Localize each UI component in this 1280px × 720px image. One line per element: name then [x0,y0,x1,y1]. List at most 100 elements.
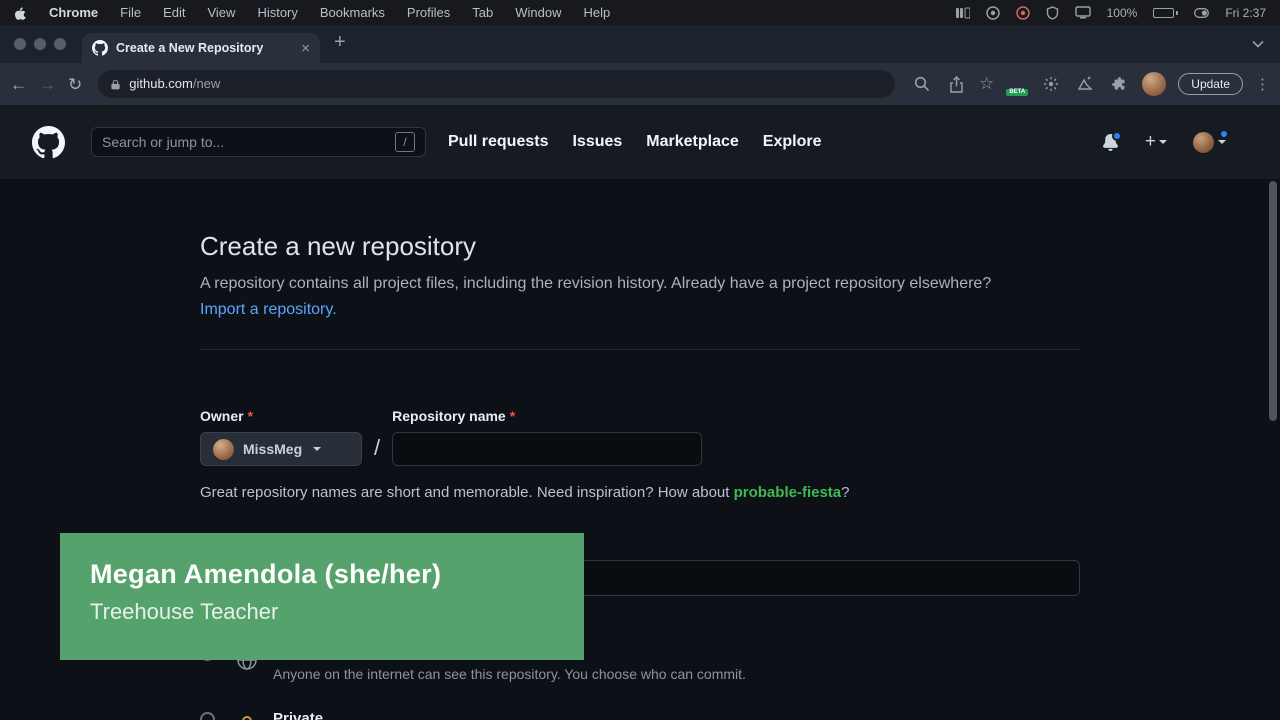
zoom-icon[interactable] [911,73,933,95]
owner-select[interactable]: MissMeg [200,432,362,466]
github-logo-icon[interactable] [32,126,65,159]
menubar-history[interactable]: History [257,5,297,20]
repo-name-form-row: Owner* MissMeg / Repository name* [200,408,1080,466]
slash-key-badge: / [395,132,415,152]
github-header-actions: + [1102,131,1248,153]
padlock-icon[interactable] [110,78,121,91]
required-asterisk: * [248,408,253,424]
suggested-repo-name[interactable]: probable-fiesta [734,484,842,501]
share-icon[interactable] [945,73,967,95]
extensions-puzzle-icon[interactable] [1108,73,1130,95]
repo-name-label: Repository name* [392,408,702,424]
browser-profile-avatar[interactable] [1142,72,1166,96]
menubar-clock[interactable]: Fri 2:37 [1225,6,1266,20]
menubar-edit[interactable]: Edit [163,5,185,20]
github-search[interactable]: / [91,127,426,157]
window-minimize-button[interactable] [34,38,46,50]
notification-dot [1112,131,1122,141]
url-host: github.com [129,76,193,91]
screen: Chrome File Edit View History Bookmarks … [0,0,1280,720]
menubar-help[interactable]: Help [584,5,611,20]
settings-extension-icon[interactable] [1040,73,1062,95]
github-main: Create a new repository A repository con… [0,179,1280,720]
presenter-role: Treehouse Teacher [90,599,554,625]
page-scrollbar[interactable] [1269,181,1277,421]
menubar-app-name[interactable]: Chrome [49,5,98,20]
github-search-input[interactable] [102,134,395,150]
notifications-bell-icon[interactable] [1102,134,1119,151]
nav-explore[interactable]: Explore [763,133,822,151]
required-asterisk: * [510,408,515,424]
browser-menu-icon[interactable]: ⋮ [1255,75,1270,93]
window-manager-icon[interactable] [956,7,970,19]
repo-name-input[interactable] [392,432,702,466]
new-tab-button[interactable]: + [334,32,346,52]
shield-status-icon[interactable] [1046,6,1059,20]
menubar-view[interactable]: View [207,5,235,20]
lighthouse-extension-icon[interactable] [1074,73,1096,95]
page-title: Create a new repository [200,229,1080,263]
github-header: / Pull requests Issues Marketplace Explo… [0,105,1280,179]
reload-button[interactable]: ↻ [68,76,82,93]
presenter-name: Megan Amendola (she/her) [90,559,554,590]
url-path: /new [193,76,220,91]
beta-extension-icon[interactable]: BETA [1006,73,1028,95]
forward-button[interactable]: → [39,76,56,93]
owner-caret-icon [313,447,321,451]
user-menu[interactable] [1193,132,1226,153]
avatar-notification-dot [1219,129,1229,139]
battery-percent: 100% [1107,6,1138,20]
owner-avatar [213,439,234,460]
macos-menubar: Chrome File Edit View History Bookmarks … [0,0,1280,25]
github-nav: Pull requests Issues Marketplace Explore [448,133,821,151]
window-controls [14,38,66,50]
back-button[interactable]: ← [10,76,27,93]
intro-text: A repository contains all project files,… [200,275,991,292]
address-bar[interactable]: github.com/new [98,70,895,98]
github-favicon [92,40,108,56]
menubar-tab[interactable]: Tab [472,5,493,20]
private-label: Private [273,710,323,720]
import-repository-link[interactable]: Import a repository. [200,301,337,318]
camera-status-icon[interactable] [986,6,1000,20]
create-new-menu[interactable]: + [1145,131,1167,153]
public-description: Anyone on the internet can see this repo… [273,665,746,684]
window-zoom-button[interactable] [54,38,66,50]
private-radio[interactable] [200,712,215,720]
tab-close-icon[interactable]: × [301,41,310,56]
browser-tab[interactable]: Create a New Repository × [82,33,320,63]
menubar-file[interactable]: File [120,5,141,20]
tab-title: Create a New Repository [116,41,293,55]
browser-toolbar: ← → ↻ github.com/new ☆ BETA Upda [0,63,1280,105]
repo-name-field: Repository name* [392,408,702,466]
menubar-bookmarks[interactable]: Bookmarks [320,5,385,20]
menubar-window[interactable]: Window [515,5,561,20]
nav-pull-requests[interactable]: Pull requests [448,133,548,151]
display-status-icon[interactable] [1075,6,1091,19]
menubar-profiles[interactable]: Profiles [407,5,450,20]
window-close-button[interactable] [14,38,26,50]
menubar-status-area: 100% Fri 2:37 [956,6,1266,20]
visibility-private-row[interactable]: Private [200,710,1080,720]
nav-issues[interactable]: Issues [572,133,622,151]
url-text: github.com/new [129,75,220,93]
divider [200,349,1080,350]
lock-icon [235,714,259,720]
hint-question-mark: ? [841,484,849,501]
user-avatar [1193,132,1214,153]
bookmark-star-icon[interactable]: ☆ [979,74,994,94]
nav-marketplace[interactable]: Marketplace [646,133,739,151]
control-center-icon[interactable] [1194,8,1209,18]
browser-tab-strip: Create a New Repository × + [0,25,1280,63]
apple-menu-icon[interactable] [14,5,27,20]
owner-label: Owner* [200,408,362,424]
browser-update-button[interactable]: Update [1178,73,1243,95]
page-intro: A repository contains all project files,… [200,271,1030,323]
battery-icon [1153,8,1178,18]
tab-search-chevron-icon[interactable] [1252,35,1264,53]
record-status-icon[interactable] [1016,6,1030,20]
owner-name: MissMeg [243,441,302,457]
owner-field: Owner* MissMeg [200,408,362,466]
repo-name-hint: Great repository names are short and mem… [200,482,1080,504]
owner-repo-separator: / [362,435,392,466]
